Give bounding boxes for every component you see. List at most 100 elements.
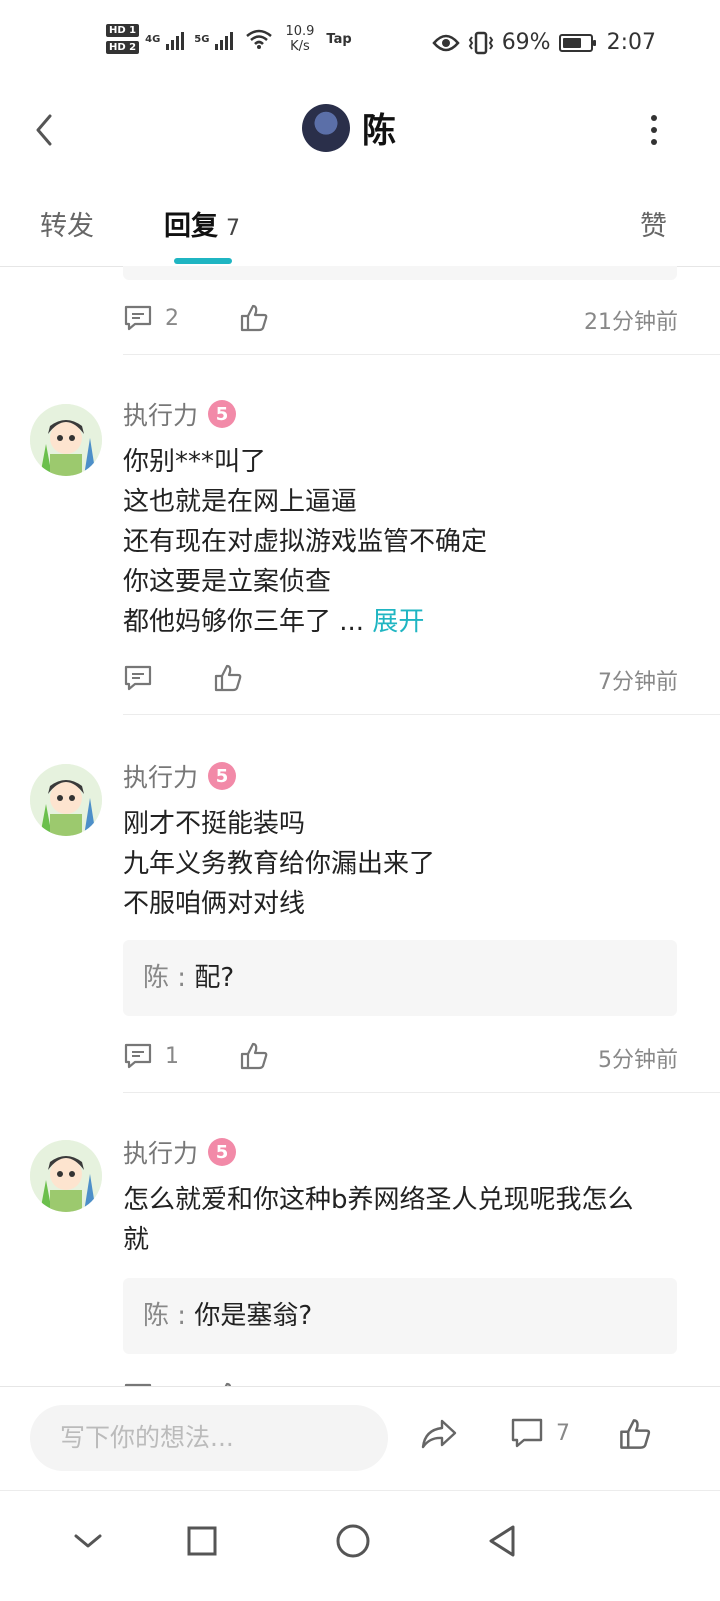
- back-button[interactable]: [30, 110, 60, 150]
- chevron-left-icon: [36, 114, 52, 146]
- nav-collapse-button[interactable]: [58, 1511, 118, 1571]
- wifi-icon: [246, 29, 273, 49]
- triangle-back-icon: [489, 1525, 515, 1557]
- more-button[interactable]: [644, 110, 664, 150]
- battery-icon: [558, 33, 596, 52]
- net-5g-label: 5G: [194, 33, 210, 45]
- comments-button[interactable]: 7: [510, 1417, 570, 1449]
- hd2-icon: HD 2: [106, 41, 140, 54]
- comment-button[interactable]: 1: [123, 1042, 179, 1070]
- chevron-down-icon: [74, 1534, 102, 1548]
- bottom-bar: 写下你的想法... 7: [0, 1386, 720, 1491]
- comment-button[interactable]: [123, 664, 153, 692]
- action-row: [123, 1376, 678, 1386]
- comment-count: 2: [165, 305, 179, 331]
- reply-list[interactable]: 2 21分钟前 执行力 5 你别***叫了 这也就是在网上逼逼 还有现在对虚拟游…: [0, 266, 720, 1386]
- expand-link[interactable]: 展开: [372, 607, 424, 637]
- tab-replies[interactable]: 回复 7: [164, 204, 240, 243]
- circle-icon: [336, 1524, 370, 1558]
- like-button[interactable]: [618, 1417, 652, 1451]
- level-badge: 5: [208, 1138, 237, 1166]
- status-bar: HD 1 HD 2 4G 5G 10.9 K/s Tap 69% 2:07: [0, 0, 720, 90]
- reply-author: 陈: [143, 963, 170, 993]
- reply-text: 你是塞翁?: [194, 1301, 313, 1331]
- author-name[interactable]: 执行力 5: [123, 1134, 237, 1170]
- app-tag: Tap: [326, 31, 352, 47]
- comment-input[interactable]: 写下你的想法...: [30, 1405, 388, 1471]
- avatar[interactable]: [302, 103, 350, 152]
- more-dots-icon: [651, 115, 657, 121]
- status-left: HD 1 HD 2 4G 5G 10.9 K/s Tap: [106, 24, 352, 54]
- vibrate-icon: [468, 31, 493, 54]
- action-row: 2 21分钟前: [123, 298, 678, 338]
- character-avatar-icon: [30, 764, 102, 836]
- thumbs-up-icon: [240, 304, 268, 332]
- signal-5g-icon: [215, 28, 234, 50]
- comment-icon: [124, 1043, 152, 1069]
- nav-home-button[interactable]: [323, 1511, 383, 1571]
- hd-indicators: HD 1 HD 2: [106, 24, 140, 54]
- like-button[interactable]: [239, 1041, 269, 1071]
- eye-icon: [432, 34, 460, 51]
- reply-preview-box: [123, 266, 677, 280]
- title-area: 陈: [302, 103, 396, 152]
- system-nav-bar: [0, 1490, 720, 1601]
- thumbs-up-icon: [214, 664, 242, 692]
- comment-icon: [511, 1418, 543, 1448]
- character-avatar-icon: [30, 404, 102, 476]
- comment-button[interactable]: 2: [123, 304, 179, 332]
- avatar[interactable]: [30, 764, 102, 836]
- tab-replies-count: 7: [226, 216, 240, 241]
- comment-count: 1: [165, 1043, 179, 1069]
- comment-icon: [124, 665, 152, 691]
- speed-value: 10.9: [285, 24, 315, 39]
- avatar[interactable]: [30, 1140, 102, 1212]
- speed-unit: K/s: [290, 39, 310, 54]
- square-icon: [187, 1526, 217, 1556]
- timestamp: 21分钟前: [584, 310, 678, 335]
- divider: [123, 354, 720, 355]
- author-name[interactable]: 执行力 5: [123, 396, 237, 432]
- share-button[interactable]: [420, 1417, 458, 1451]
- tab-bar: 转发 回复 7 赞: [0, 190, 720, 267]
- net-4g-label: 4G: [145, 33, 161, 45]
- network-speed: 10.9 K/s: [285, 24, 314, 54]
- level-badge: 5: [208, 400, 237, 428]
- divider: [123, 1092, 720, 1093]
- clock: 2:07: [606, 30, 656, 55]
- thumbs-up-icon: [620, 1419, 651, 1449]
- nested-reply[interactable]: 陈 : 你是塞翁?: [123, 1278, 677, 1354]
- top-bar: 陈: [0, 90, 720, 170]
- comments-count: 7: [556, 1420, 570, 1446]
- thumbs-up-icon: [240, 1042, 268, 1070]
- action-row: 7分钟前: [123, 658, 678, 698]
- comment-text: 怎么就爱和你这种b养网络圣人兑现呢我怎么 就: [123, 1185, 634, 1255]
- like-button[interactable]: [239, 303, 269, 333]
- page-title: 陈: [362, 111, 396, 151]
- comment-text: 刚才不挺能装吗 九年义务教育给你漏出来了 不服咱俩对对线: [123, 809, 436, 919]
- battery-percent: 69%: [501, 30, 551, 55]
- nested-reply[interactable]: 陈 : 配?: [123, 940, 677, 1016]
- tab-forward[interactable]: 转发: [40, 204, 94, 243]
- timestamp: 5分钟前: [598, 1048, 678, 1073]
- nav-back-button[interactable]: [472, 1511, 532, 1571]
- reply-text: 配?: [194, 963, 235, 993]
- tab-likes[interactable]: 赞: [640, 204, 667, 243]
- like-button[interactable]: [213, 663, 243, 693]
- hd1-icon: HD 1: [106, 24, 140, 37]
- character-avatar-icon: [30, 1140, 102, 1212]
- comment-icon: [124, 305, 152, 331]
- signal-4g-icon: [166, 28, 185, 50]
- level-badge: 5: [208, 762, 237, 790]
- reply-author: 陈: [143, 1301, 170, 1331]
- divider: [123, 714, 720, 715]
- timestamp: 7分钟前: [598, 670, 678, 695]
- author-name[interactable]: 执行力 5: [123, 758, 237, 794]
- tab-indicator: [174, 258, 232, 264]
- avatar[interactable]: [30, 404, 102, 476]
- share-icon: [421, 1419, 457, 1449]
- action-row: 1 5分钟前: [123, 1036, 678, 1076]
- comment-text: 你别***叫了 这也就是在网上逼逼 还有现在对虚拟游戏监管不确定 你这要是立案侦…: [123, 447, 488, 637]
- nav-recents-button[interactable]: [172, 1511, 232, 1571]
- status-right: 69% 2:07: [432, 30, 656, 55]
